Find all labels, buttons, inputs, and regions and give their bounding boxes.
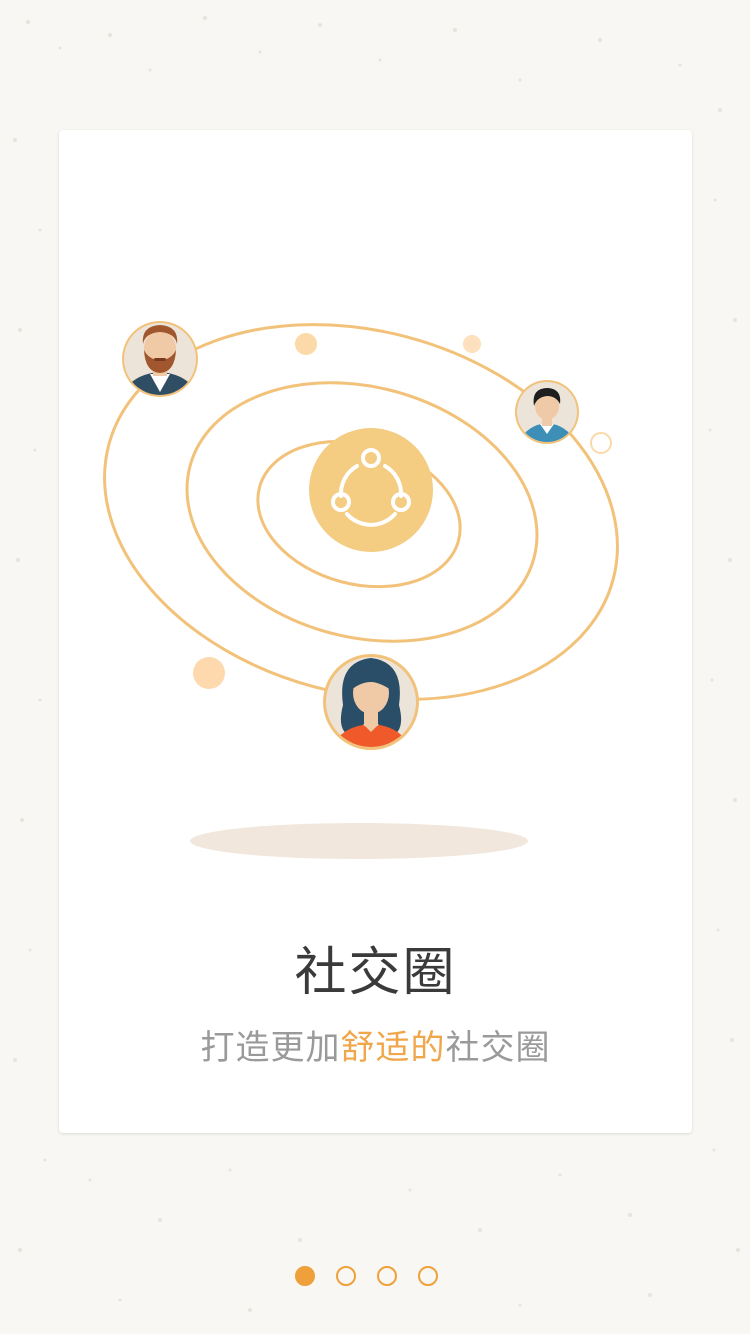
page-dot-4[interactable]	[418, 1266, 438, 1286]
ground-shadow	[190, 823, 528, 859]
man-beard-avatar	[122, 321, 198, 397]
man-dark-hair-avatar	[515, 380, 579, 444]
onboarding-card: 社交圈 打造更加舒适的社交圈	[59, 130, 692, 1133]
social-circle-illustration	[103, 321, 619, 859]
social-circle-icon	[309, 428, 433, 552]
page-dot-1[interactable]	[295, 1266, 315, 1286]
page-indicator	[295, 1266, 438, 1290]
woman-avatar	[323, 654, 419, 750]
page-dot-2[interactable]	[336, 1266, 356, 1286]
page-subtitle: 打造更加舒适的社交圈	[59, 1020, 692, 1069]
subtitle-text-end: 社交圈	[445, 1028, 551, 1068]
page-dot-3[interactable]	[377, 1266, 397, 1286]
subtitle-text: 打造更加	[200, 1028, 341, 1068]
subtitle-highlight: 舒适的	[340, 1028, 446, 1068]
page-title: 社交圈	[294, 943, 457, 1003]
